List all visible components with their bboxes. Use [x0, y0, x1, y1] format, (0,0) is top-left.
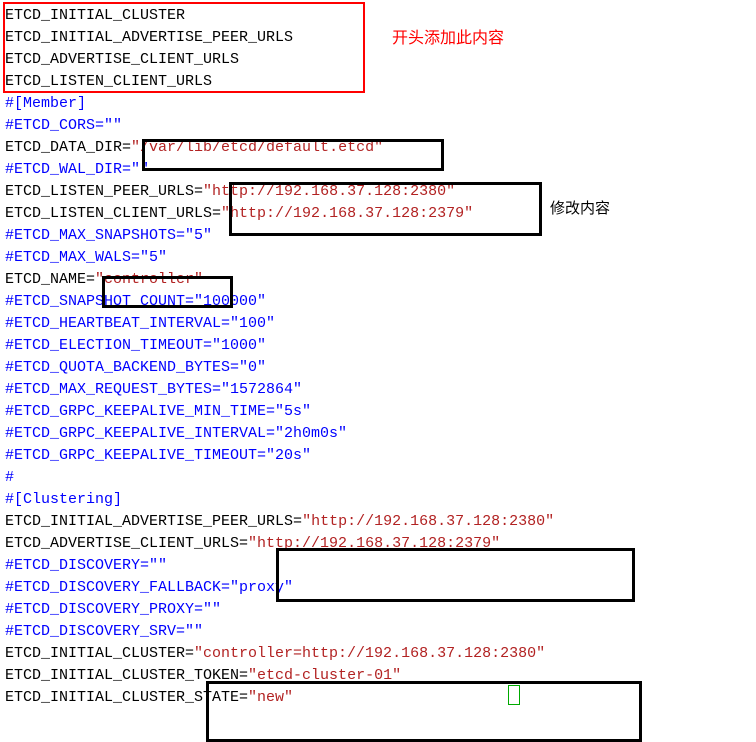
- value: "http://192.168.37.128:2379": [221, 205, 473, 222]
- key: ETCD_INITIAL_ADVERTISE_PEER_URLS=: [5, 513, 302, 530]
- key: ETCD_ADVERTISE_CLIENT_URLS=: [5, 535, 248, 552]
- value: "controller": [95, 271, 203, 288]
- config-comment: #ETCD_GRPC_KEEPALIVE_TIMEOUT="20s": [5, 445, 756, 467]
- config-comment: #ETCD_HEARTBEAT_INTERVAL="100": [5, 313, 756, 335]
- config-comment: #ETCD_DISCOVERY_PROXY="": [5, 599, 756, 621]
- key: ETCD_INITIAL_CLUSTER_TOKEN=: [5, 667, 248, 684]
- config-comment: #ETCD_ELECTION_TIMEOUT="1000": [5, 335, 756, 357]
- config-line: ETCD_INITIAL_CLUSTER: [5, 5, 756, 27]
- value: "etcd-cluster-01": [248, 667, 401, 684]
- config-line: ETCD_ADVERTISE_CLIENT_URLS: [5, 49, 756, 71]
- config-line: ETCD_INITIAL_CLUSTER="controller=http://…: [5, 643, 756, 665]
- key: ETCD_LISTEN_PEER_URLS=: [5, 183, 203, 200]
- config-line: ETCD_LISTEN_CLIENT_URLS="http://192.168.…: [5, 203, 756, 225]
- config-line: ETCD_ADVERTISE_CLIENT_URLS="http://192.1…: [5, 533, 756, 555]
- config-line: ETCD_LISTEN_PEER_URLS="http://192.168.37…: [5, 181, 756, 203]
- config-file-view: 开头添加此内容 修改内容 ETCD_INITIAL_CLUSTER ETCD_I…: [0, 0, 756, 714]
- config-comment: #ETCD_SNAPSHOT_COUNT="100000": [5, 291, 756, 313]
- config-comment: #: [5, 467, 756, 489]
- key: ETCD_DATA_DIR=: [5, 139, 131, 156]
- config-line: ETCD_DATA_DIR="/var/lib/etcd/default.etc…: [5, 137, 756, 159]
- config-line: ETCD_INITIAL_CLUSTER_STATE="new": [5, 687, 756, 709]
- key: ETCD_INITIAL_CLUSTER_STATE=: [5, 689, 248, 706]
- value: "http://192.168.37.128:2379": [248, 535, 500, 552]
- config-comment: #ETCD_QUOTA_BACKEND_BYTES="0": [5, 357, 756, 379]
- config-line: ETCD_LISTEN_CLIENT_URLS: [5, 71, 756, 93]
- value: "controller=http://192.168.37.128:2380": [194, 645, 545, 662]
- config-line: ETCD_INITIAL_ADVERTISE_PEER_URLS: [5, 27, 756, 49]
- config-comment: #ETCD_MAX_REQUEST_BYTES="1572864": [5, 379, 756, 401]
- key: ETCD_INITIAL_CLUSTER=: [5, 645, 194, 662]
- key: ETCD_LISTEN_CLIENT_URLS=: [5, 205, 221, 222]
- value: "new": [248, 689, 293, 706]
- config-comment: #ETCD_DISCOVERY_SRV="": [5, 621, 756, 643]
- value: "/var/lib/etcd/default.etcd": [131, 139, 383, 156]
- config-comment: #ETCD_MAX_WALS="5": [5, 247, 756, 269]
- config-line: ETCD_INITIAL_ADVERTISE_PEER_URLS="http:/…: [5, 511, 756, 533]
- key: ETCD_NAME=: [5, 271, 95, 288]
- config-comment: #ETCD_WAL_DIR="": [5, 159, 756, 181]
- annotation-modify: 修改内容: [550, 198, 610, 220]
- value: "http://192.168.37.128:2380": [302, 513, 554, 530]
- config-line: ETCD_INITIAL_CLUSTER_TOKEN="etcd-cluster…: [5, 665, 756, 687]
- config-comment: #[Member]: [5, 93, 756, 115]
- config-line: ETCD_NAME="controller": [5, 269, 756, 291]
- config-comment: #ETCD_DISCOVERY="": [5, 555, 756, 577]
- config-comment: #ETCD_GRPC_KEEPALIVE_INTERVAL="2h0m0s": [5, 423, 756, 445]
- annotation-top: 开头添加此内容: [392, 28, 504, 50]
- config-comment: #[Clustering]: [5, 489, 756, 511]
- config-comment: #ETCD_MAX_SNAPSHOTS="5": [5, 225, 756, 247]
- config-comment: #ETCD_DISCOVERY_FALLBACK="proxy": [5, 577, 756, 599]
- config-comment: #ETCD_GRPC_KEEPALIVE_MIN_TIME="5s": [5, 401, 756, 423]
- value: "http://192.168.37.128:2380": [203, 183, 455, 200]
- config-comment: #ETCD_CORS="": [5, 115, 756, 137]
